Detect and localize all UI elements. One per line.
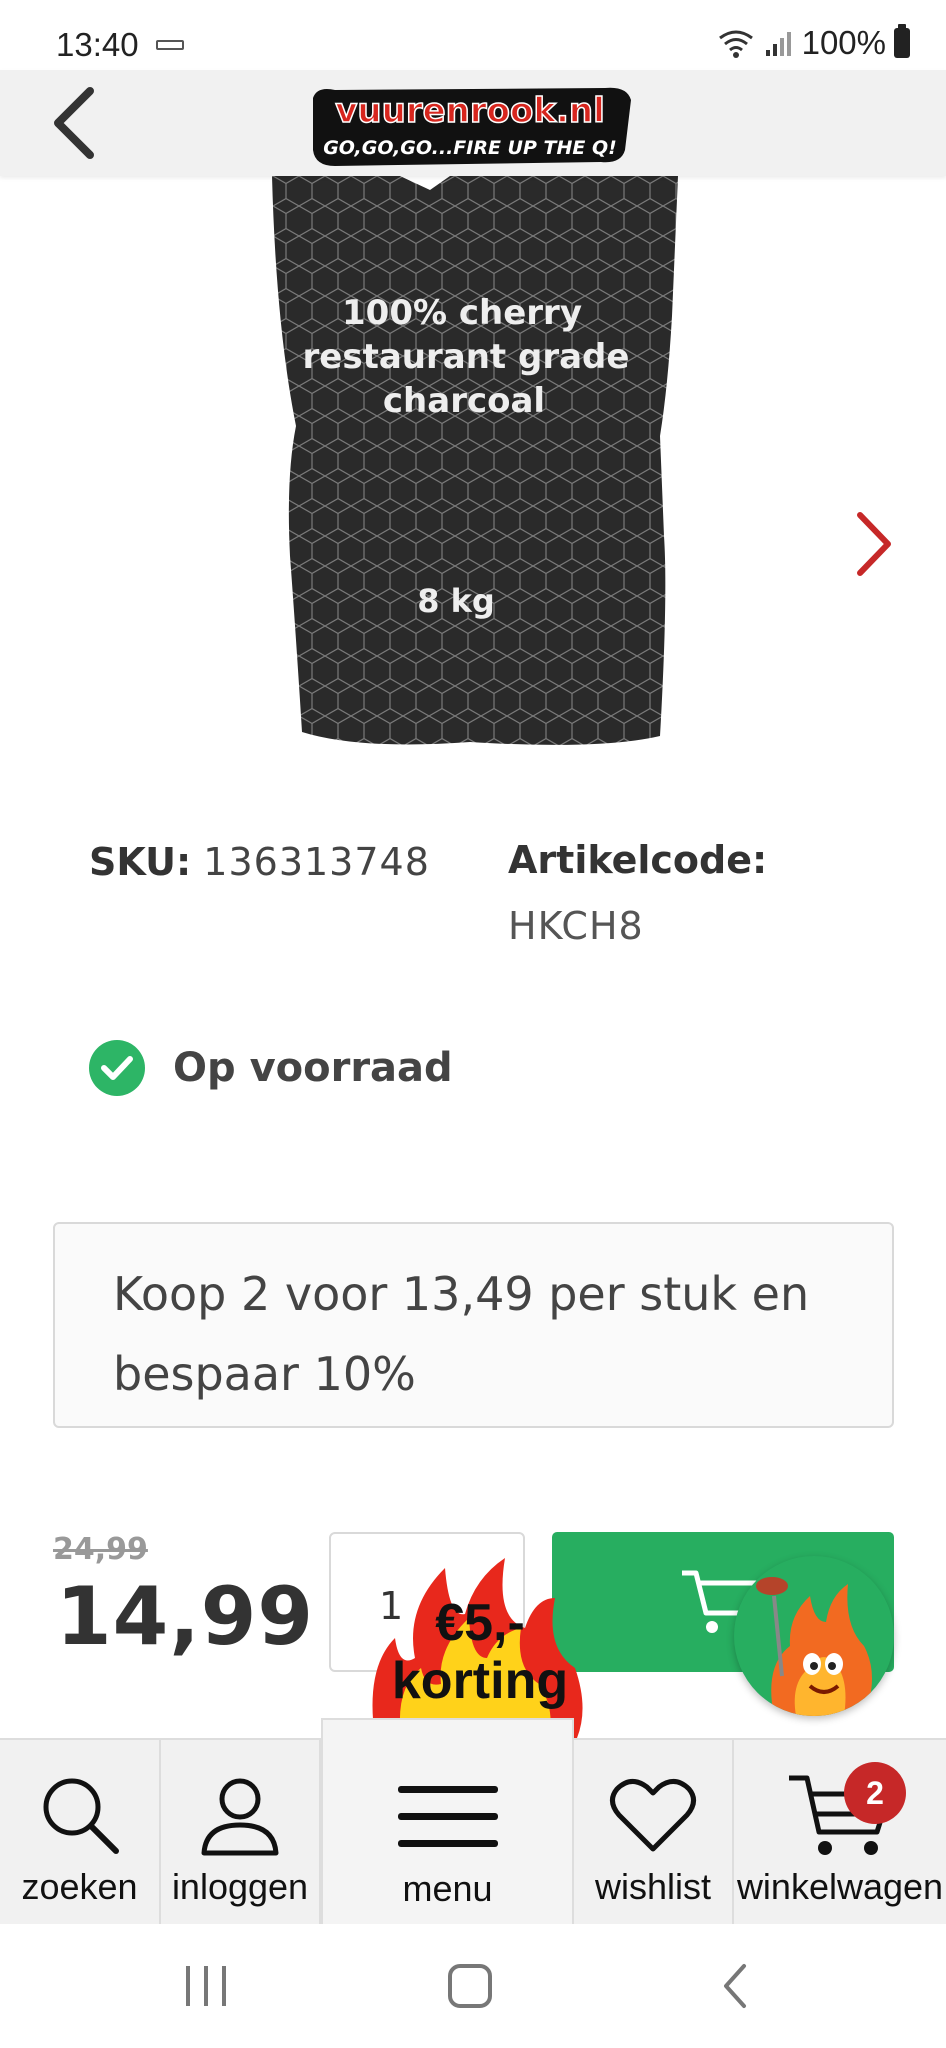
status-indicators: 100% [716, 24, 910, 62]
charcoal-bag-image: 100% cherry restaurant grade charcoal 8 … [272, 176, 678, 745]
product-image-gallery[interactable]: 100% cherry restaurant grade charcoal 8 … [0, 176, 946, 766]
check-circle-icon [89, 1040, 145, 1096]
fire-mascot-icon [756, 1577, 872, 1716]
back-nav-icon[interactable] [720, 1962, 750, 2010]
current-price: 14,99 [56, 1570, 315, 1663]
sku-label: SKU: [89, 840, 192, 884]
nav-login-label: inloggen [171, 1866, 309, 1907]
nav-cart[interactable]: winkelwagen 2 [734, 1740, 946, 1926]
article-code-value: HKCH8 [508, 904, 644, 948]
nav-cart-label: winkelwagen [736, 1866, 944, 1907]
mascot-chat-button[interactable] [734, 1556, 894, 1716]
site-logo[interactable]: vuurenrook.nl GO,GO,GO...FIRE UP THE Q! [305, 80, 635, 170]
cart-count-badge: 2 [844, 1762, 906, 1824]
bag-text-line3: charcoal [383, 381, 545, 421]
back-button[interactable] [38, 87, 108, 159]
stock-status-text: Op voorraad [173, 1045, 453, 1091]
nav-search-label: zoeken [21, 1866, 138, 1907]
bag-text-line1: 100% cherry [342, 293, 582, 333]
notification-icon [156, 40, 184, 50]
user-icon [201, 1778, 279, 1856]
nav-wishlist[interactable]: wishlist [574, 1740, 734, 1926]
discount-badge[interactable]: €5,- korting [365, 1558, 585, 1738]
discount-label: korting [391, 1652, 569, 1710]
chevron-left-icon [54, 87, 94, 159]
app-header: vuurenrook.nl GO,GO,GO...FIRE UP THE Q! [0, 70, 946, 176]
sku-value: 136313748 [203, 840, 430, 884]
nav-login[interactable]: inloggen [161, 1740, 321, 1926]
sku-info: SKU: 136313748 [89, 840, 430, 884]
signal-icon [765, 32, 791, 56]
search-icon [43, 1778, 119, 1854]
battery-icon [894, 24, 910, 58]
nav-menu-label: menu [402, 1868, 493, 1909]
menu-icon [397, 1786, 498, 1847]
discount-text: €5,- korting [375, 1594, 585, 1710]
recent-apps-icon[interactable] [182, 1964, 230, 2008]
heart-icon [610, 1779, 696, 1852]
chevron-right-icon [857, 512, 891, 576]
quantity-discount-offer: Koop 2 voor 13,49 per stuk en bespaar 10… [53, 1222, 894, 1428]
status-bar: 13:40 100% [0, 0, 946, 70]
article-code-label: Artikelcode: [508, 838, 768, 882]
offer-line2: bespaar 10% [113, 1347, 416, 1401]
battery-percentage: 100% [801, 24, 886, 61]
home-icon[interactable] [446, 1962, 494, 2010]
discount-amount: €5,- [435, 1594, 525, 1652]
stock-status: Op voorraad [89, 1040, 453, 1096]
offer-line1: Koop 2 voor 13,49 per stuk en [113, 1267, 810, 1321]
status-time: 13:40 [56, 26, 139, 63]
system-navigation-bar [0, 1924, 946, 2048]
bag-weight-text: 8 kg [417, 582, 495, 620]
article-code-info: Artikelcode: HKCH8 [508, 838, 767, 948]
nav-search[interactable]: zoeken [0, 1740, 161, 1926]
wifi-icon [718, 30, 753, 58]
nav-wishlist-label: wishlist [594, 1866, 711, 1907]
nav-menu[interactable]: menu [321, 1718, 574, 1926]
logo-tagline: GO,GO,GO...FIRE UP THE Q! [323, 137, 617, 159]
bag-text-line2: restaurant grade [303, 337, 630, 377]
logo-text: vuurenrook.nl [335, 91, 604, 131]
old-price: 24,99 [53, 1532, 148, 1567]
bottom-navigation: zoeken inloggen menu wishlist winkelwage… [0, 1718, 946, 1926]
next-image-button[interactable] [846, 506, 902, 582]
